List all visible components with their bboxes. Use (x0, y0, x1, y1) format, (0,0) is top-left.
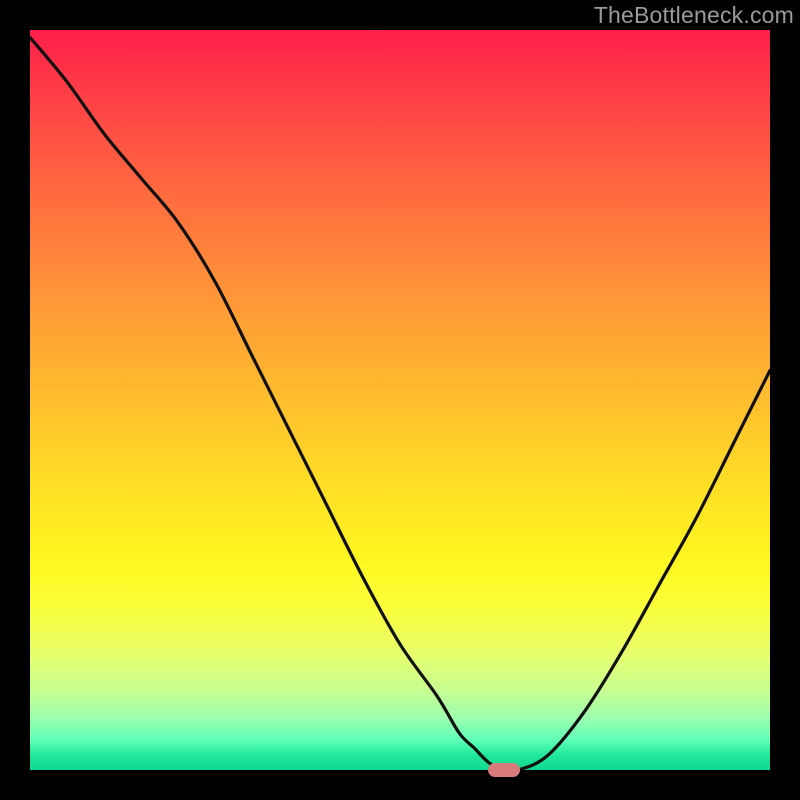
chart-frame: TheBottleneck.com (0, 0, 800, 800)
curve-path (30, 37, 770, 770)
watermark-text: TheBottleneck.com (594, 2, 794, 29)
plot-area (30, 30, 770, 770)
bottleneck-curve (30, 30, 770, 770)
optimum-marker (488, 763, 520, 777)
